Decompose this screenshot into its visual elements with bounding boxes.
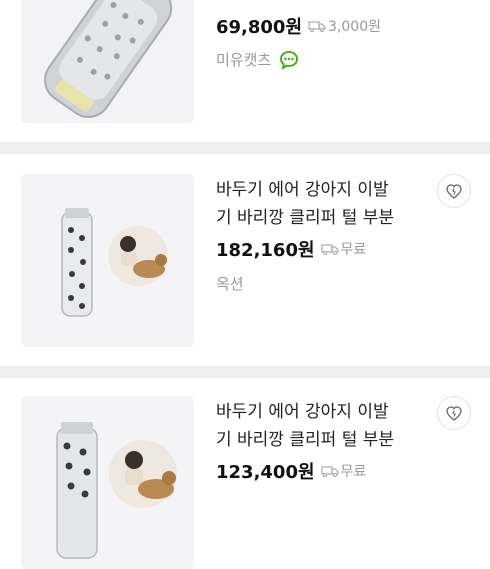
seller-name[interactable]: 미유캣츠 [216,49,271,70]
clipper-image [21,174,194,347]
shipping-fee: 무료 [340,464,367,480]
product-title[interactable]: 바두기 에어 강아지 이발 기 바리깡 클리퍼 털 부분 [216,176,426,232]
product-thumbnail[interactable] [21,396,194,569]
price-row: 182,160원 무료 [216,236,366,262]
product-title-line: 바두기 에어 강아지 이발 [216,180,389,200]
product-thumbnail[interactable] [21,174,194,347]
price-row: 69,800원 3,000원 [216,13,381,39]
price: 123,400원 [216,462,315,483]
product-card[interactable]: 바두기 에어 강아지 이발 기 바리깡 클리퍼 털 부분 123,400원 무료 [0,378,490,569]
price-row: 123,400원 무료 [216,458,366,484]
heart-icon [446,405,462,421]
truck-icon [320,466,339,477]
product-card[interactable]: 바두기 에어 강아지 이발 기 바리깡 클리퍼 털 부분 182,160원 무료… [0,154,490,366]
heart-icon [446,183,462,199]
product-title-line: 바두기 에어 강아지 이발 [216,402,389,422]
product-title[interactable]: 바두기 에어 강아지 이발 기 바리깡 클리퍼 털 부분 [216,398,426,454]
clipper-image [21,0,194,123]
product-card[interactable]: 69,800원 3,000원 미유캣츠 [0,0,490,142]
price: 182,160원 [216,240,315,261]
seller-row: 미유캣츠 [216,49,299,70]
list-separator [0,142,490,154]
talk-icon [280,50,299,70]
product-thumbnail[interactable] [21,0,194,123]
seller-row: 옥션 [216,273,244,294]
wishlist-button[interactable] [437,396,471,430]
clipper-image [21,396,194,569]
seller-name[interactable]: 옥션 [216,273,244,294]
price: 69,800원 [216,17,303,38]
shipping-fee: 3,000원 [328,19,381,35]
shipping-fee: 무료 [340,242,367,258]
truck-icon [308,21,326,32]
truck-icon [320,244,339,255]
list-separator [0,366,490,378]
wishlist-button[interactable] [437,174,471,208]
product-title-line: 기 바리깡 클리퍼 털 부분 [216,208,395,228]
product-title-line: 기 바리깡 클리퍼 털 부분 [216,430,395,450]
